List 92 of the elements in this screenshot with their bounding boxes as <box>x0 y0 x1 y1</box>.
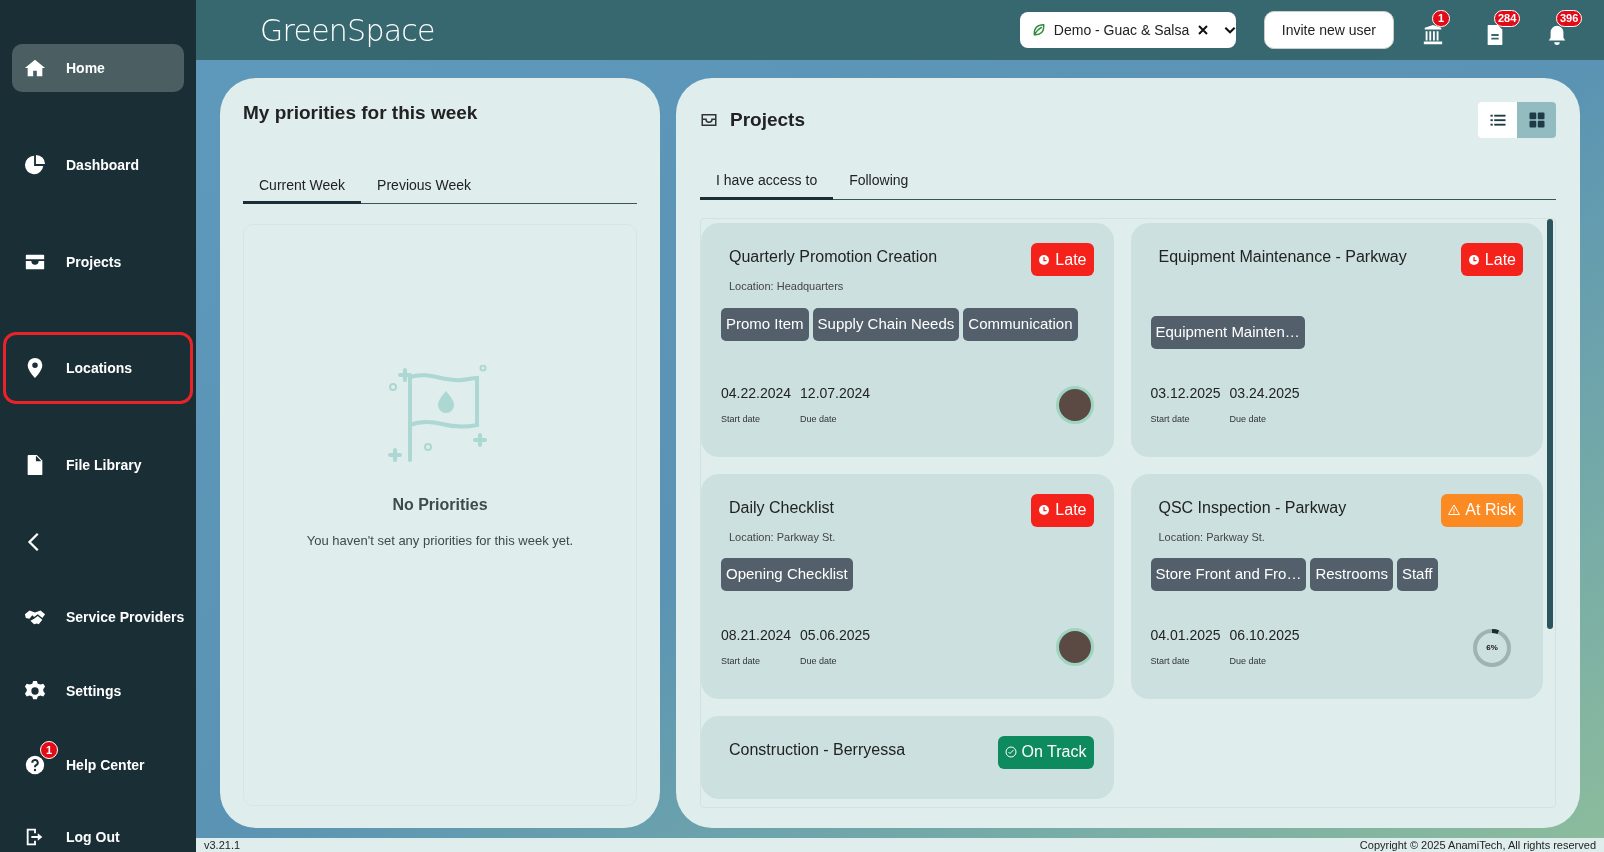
workspace-dropdown[interactable]: Demo - Guac & Salsa <box>1019 12 1236 48</box>
date-value: 12.07.2024 <box>800 384 871 403</box>
project-card[interactable]: Equipment Maintenance - Parkway Late Equipment Mainten… 03.12.2025 Start date 03.24.2025 Due date <box>1130 223 1543 457</box>
date-label: Due date <box>800 655 838 668</box>
copyright-text: Copyright © 2025 AnamiTech, All rights reserved <box>1359 837 1596 852</box>
help-icon <box>24 754 46 776</box>
status-badge: Late <box>1031 493 1094 527</box>
sidebar-item[interactable]: Projects <box>12 238 184 286</box>
project-location: Location: Parkway St. <box>1158 529 1266 545</box>
status-badge: Late <box>1460 243 1523 276</box>
tab[interactable]: Previous Week <box>361 170 487 204</box>
project-title: Quarterly Promotion Creation <box>729 247 938 267</box>
tag: Restrooms <box>1310 558 1393 591</box>
tag: Store Front and Fro… <box>1150 558 1307 591</box>
tag: Supply Chain Needs <box>812 307 960 341</box>
view-toggle-button[interactable] <box>1517 102 1556 138</box>
sidebar-item[interactable]: Log Out <box>12 813 184 852</box>
project-title: Construction - Berryessa <box>729 739 906 760</box>
date-label: Due date <box>1229 413 1268 426</box>
building-icon <box>1422 24 1444 46</box>
clock-icon <box>1038 253 1051 266</box>
app-logo: GreenSpace <box>260 11 435 50</box>
sidebar-item[interactable]: Service Providers <box>12 593 184 641</box>
date-value: 06.10.2025 <box>1229 626 1300 645</box>
date-label: Start date <box>1150 655 1191 668</box>
project-title: QSC Inspection - Parkway <box>1158 497 1347 518</box>
home-icon <box>24 57 46 79</box>
project-card[interactable]: QSC Inspection - Parkway Location: Parkway St. At Risk Store Front and Fro… Restrooms Staff 04.01.2025 Start date 06.10.2025 Due date 6% <box>1130 473 1543 699</box>
sidebar-item[interactable]: Help Center 1 <box>12 741 184 789</box>
progress-label: 6% <box>1485 641 1499 654</box>
date-label: Start date <box>721 655 762 668</box>
date-value: 03.12.2025 <box>1150 384 1221 403</box>
avatar <box>1055 627 1094 666</box>
date-label: Due date <box>800 413 838 426</box>
tab[interactable]: Following <box>833 164 925 200</box>
sidebar-item[interactable]: Locations <box>6 335 190 401</box>
status-badge: On Track <box>997 735 1094 769</box>
tag: Opening Checklist <box>721 558 853 591</box>
status-badge: Late <box>1031 243 1094 276</box>
project-card[interactable]: Daily Checklist Location: Parkway St. Late Opening Checklist 08.21.2024 Start date 05.06.2025 Due date <box>701 473 1114 699</box>
clock-icon <box>1038 504 1051 516</box>
notification-button[interactable]: 1 <box>1412 8 1456 52</box>
status-badge: At Risk <box>1441 493 1523 527</box>
avatar <box>1055 385 1094 424</box>
notification-badge: 284 <box>1494 10 1521 27</box>
pie-chart-icon <box>24 154 46 176</box>
date-value: 05.06.2025 <box>800 626 871 645</box>
tag: Promo Item <box>721 307 809 341</box>
version-text: v3.21.1 <box>204 837 241 852</box>
project-location: Location: Headquarters <box>729 279 845 294</box>
date-value: 04.01.2025 <box>1150 626 1221 645</box>
sidebar-item[interactable]: File Library <box>12 441 184 489</box>
sidebar-item[interactable]: Dashboard <box>12 141 184 189</box>
notification-badge: 1 <box>1432 10 1450 27</box>
project-title: Daily Checklist <box>729 497 835 518</box>
warning-icon <box>1448 504 1461 516</box>
tag: Staff <box>1396 558 1438 591</box>
close-icon <box>1197 24 1210 36</box>
clock-icon <box>1467 253 1480 266</box>
panel-title: My priorities for this week <box>243 102 479 124</box>
tab[interactable]: I have access to <box>700 164 834 200</box>
empty-state-title: No Priorities <box>392 495 488 515</box>
sidebar-item[interactable]: Settings <box>12 667 184 715</box>
sidebar-item[interactable]: Home <box>12 44 184 92</box>
scrollbar-thumb[interactable] <box>1547 219 1553 629</box>
invite-user-button[interactable]: Invite new user <box>1263 11 1394 49</box>
empty-state-message: You haven't set any priorities for this week yet. <box>306 532 574 550</box>
date-value: 08.21.2024 <box>721 626 792 645</box>
tag: Communication <box>963 307 1078 341</box>
tab[interactable]: Current Week <box>243 170 362 204</box>
project-card[interactable]: Quarterly Promotion Creation Location: Headquarters Late Promo Item Supply Chain Needs Communication 04.22.2024 Start date 12.07.2024 Due date <box>701 223 1114 457</box>
notification-button[interactable]: 284 <box>1474 8 1518 52</box>
bell-icon <box>1546 24 1568 46</box>
check-circle-icon <box>1004 746 1017 758</box>
grid-icon <box>1527 111 1546 129</box>
date-label: Due date <box>1229 655 1268 668</box>
date-label: Start date <box>721 413 762 426</box>
project-card[interactable]: Construction - Berryessa On Track <box>701 715 1114 799</box>
project-title: Equipment Maintenance - Parkway <box>1158 247 1407 267</box>
notification-badge: 396 <box>1556 10 1583 27</box>
notification-button[interactable]: 396 <box>1536 8 1580 52</box>
date-value: 04.22.2024 <box>721 384 792 403</box>
tag: Equipment Mainten… <box>1150 316 1305 349</box>
panel-title: Projects <box>730 107 805 132</box>
view-toggle-button[interactable] <box>1478 102 1517 138</box>
project-location: Location: Parkway St. <box>729 529 836 545</box>
tray-icon <box>700 111 718 129</box>
leaf-icon <box>1031 23 1046 37</box>
date-value: 03.24.2025 <box>1229 384 1300 403</box>
notification-badge: 1 <box>40 741 58 759</box>
date-label: Start date <box>1150 413 1191 426</box>
settings-icon <box>24 680 46 702</box>
